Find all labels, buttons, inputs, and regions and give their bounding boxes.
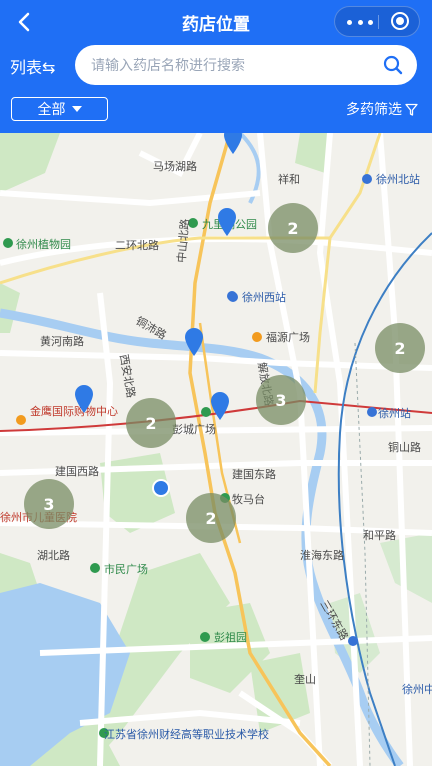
close-miniprogram-button[interactable] [391,12,409,30]
top-header: 药店位置 列表⇆ 全部 多药筛选 [0,0,432,133]
map-label: 徐州站 [378,406,411,420]
map-label: 福源广场 [266,330,310,344]
miniprogram-capsule [334,6,420,37]
map-label: 市民广场 [104,562,148,576]
search-bar[interactable] [75,45,417,87]
map-label: 徐州北站 [376,172,420,186]
list-toggle-label: 列表⇆ [10,58,56,77]
filter-icon [405,103,418,116]
dot-icon [368,19,373,25]
cluster-count: 3 [43,494,55,514]
map-label: 建国西路 [55,464,99,478]
map-label: 建国东路 [232,467,276,481]
cluster-count: 2 [145,413,157,433]
cluster-count: 2 [205,508,217,528]
pharmacy-pin-icon[interactable] [184,327,204,357]
map-label: 奎山 [294,672,316,686]
map-label: 徐州植物园 [16,237,71,251]
more-button[interactable] [347,16,373,28]
map-label: 江苏省徐州财经高等职业技术学校 [104,727,269,741]
search-icon[interactable] [383,55,403,75]
dot-icon [357,19,363,25]
map-view[interactable]: 马场湖路 祥和 徐州北站 九里湖公园 徐州植物园 二环北路 徐州西站 黄河南路 … [0,133,432,766]
map-canvas[interactable]: 马场湖路 祥和 徐州北站 九里湖公园 徐州植物园 二环北路 徐州西站 黄河南路 … [0,133,432,766]
current-location-icon [152,479,170,497]
map-label: 铜山路 [388,440,421,454]
pharmacy-cluster[interactable]: 2 [268,203,318,253]
map-label: 祥和 [278,172,300,186]
search-input[interactable] [89,45,373,87]
map-label: 彭祖园 [214,630,247,644]
map-label: 彭城广场 [172,422,216,436]
multi-drug-filter-button[interactable]: 多药筛选 [346,99,418,119]
pharmacy-pin-icon[interactable] [217,207,237,237]
map-label: 二环北路 [115,239,159,252]
map-label: 淮海东路 [300,548,344,562]
category-dropdown[interactable]: 全部 [11,97,108,121]
pharmacy-pin-icon[interactable] [223,133,243,155]
multi-filter-label: 多药筛选 [346,102,402,118]
category-dropdown-label: 全部 [37,102,66,118]
map-label: 牧马台 [232,492,265,506]
map-label: 徐州西站 [242,290,286,304]
list-toggle-button[interactable]: 列表⇆ [10,54,55,78]
map-label: 和平路 [363,529,396,542]
map-label: 徐州中心 [402,682,432,696]
map-label: 湖北路 [37,549,70,562]
map-label: 黄河南路 [40,334,84,348]
pharmacy-cluster[interactable]: 3 [256,375,306,425]
cluster-count: 2 [287,218,299,238]
cluster-count: 3 [275,390,287,410]
pharmacy-cluster[interactable]: 2 [186,493,236,543]
pharmacy-cluster[interactable]: 3 [24,479,74,529]
pharmacy-cluster[interactable]: 2 [375,323,425,373]
pharmacy-pin-icon[interactable] [210,391,230,421]
map-label: 马场湖路 [153,159,197,173]
pharmacy-cluster[interactable]: 2 [126,398,176,448]
dot-icon [347,19,352,25]
cluster-count: 2 [394,338,406,358]
caret-down-icon [71,106,82,112]
pharmacy-pin-icon[interactable] [74,384,94,414]
capsule-divider [378,15,379,29]
